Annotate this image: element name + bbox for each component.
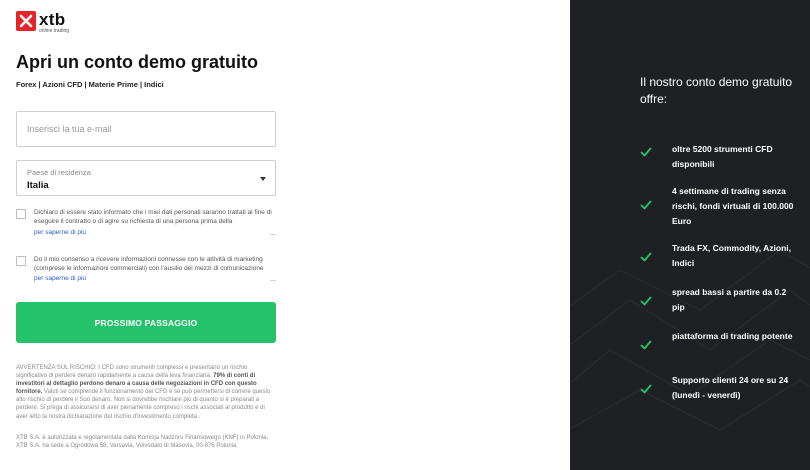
logo-tagline: online trading bbox=[39, 28, 70, 34]
consent-marketing-text: Do il mio consenso a ricevere informazio… bbox=[34, 256, 264, 272]
chevron-down-icon bbox=[260, 177, 266, 181]
consent-privacy-text: Dichiaro di essere stato informato che i… bbox=[34, 209, 272, 225]
feature-text: spread bassi a partire da 0.2 pip bbox=[672, 287, 787, 312]
country-value: Italia bbox=[27, 180, 49, 191]
country-select[interactable]: Paese di residenza Italia bbox=[16, 160, 276, 196]
risk-warning: AVVERTENZA SUL RISCHIO: I CFD sono strum… bbox=[16, 365, 271, 420]
consent-privacy: Dichiaro di essere stato informato che i… bbox=[16, 209, 276, 239]
consent-marketing-more-link[interactable]: per saperne di più bbox=[34, 275, 86, 282]
feature-text: Supporto clienti 24 ore su 24 (lunedì - … bbox=[672, 375, 789, 400]
check-icon bbox=[640, 252, 652, 262]
consent-marketing: Do il mio consenso a ricevere informazio… bbox=[16, 256, 276, 286]
email-field[interactable] bbox=[17, 112, 275, 146]
legal-notice: XTB S.A. è autorizzata e regolamentata d… bbox=[16, 435, 269, 450]
consent-privacy-checkbox[interactable] bbox=[16, 209, 26, 219]
consent-marketing-expand[interactable]: ... bbox=[270, 276, 276, 283]
page-subtitle: Forex | Azioni CFD | Materie Prime | Ind… bbox=[16, 80, 164, 89]
country-label: Paese di residenza bbox=[27, 168, 91, 177]
panel-title: Il nostro conto demo gratuito offre: bbox=[640, 75, 793, 106]
feature-text: oltre 5200 strumenti CFD disponibili bbox=[672, 144, 773, 169]
check-icon bbox=[640, 147, 652, 157]
next-step-button[interactable]: PROSSIMO PASSAGGIO bbox=[16, 302, 276, 343]
feature-text: Trada FX, Commodity, Azioni, Indici bbox=[672, 243, 792, 268]
check-icon bbox=[640, 384, 652, 394]
consent-marketing-checkbox[interactable] bbox=[16, 256, 26, 266]
page-title: Apri un conto demo gratuito bbox=[16, 52, 258, 72]
xtb-logo-mark bbox=[16, 11, 36, 31]
consent-privacy-more-link[interactable]: per saperne di più bbox=[34, 229, 86, 236]
email-field-wrapper bbox=[16, 111, 276, 147]
check-icon bbox=[640, 296, 652, 306]
signup-form-panel: xtb online trading Apri un conto demo gr… bbox=[0, 0, 570, 470]
logo-wordmark: xtb bbox=[39, 10, 66, 29]
feature-text: 4 settimane di trading senza rischi, fon… bbox=[672, 186, 794, 226]
xtb-logo[interactable]: xtb online trading bbox=[16, 11, 69, 35]
benefits-panel: Il nostro conto demo gratuito offre: olt… bbox=[570, 0, 810, 470]
consent-privacy-expand[interactable]: ... bbox=[270, 230, 276, 237]
check-icon bbox=[640, 340, 652, 350]
feature-text: piattaforma di trading potente bbox=[672, 331, 793, 341]
check-icon bbox=[640, 200, 652, 210]
